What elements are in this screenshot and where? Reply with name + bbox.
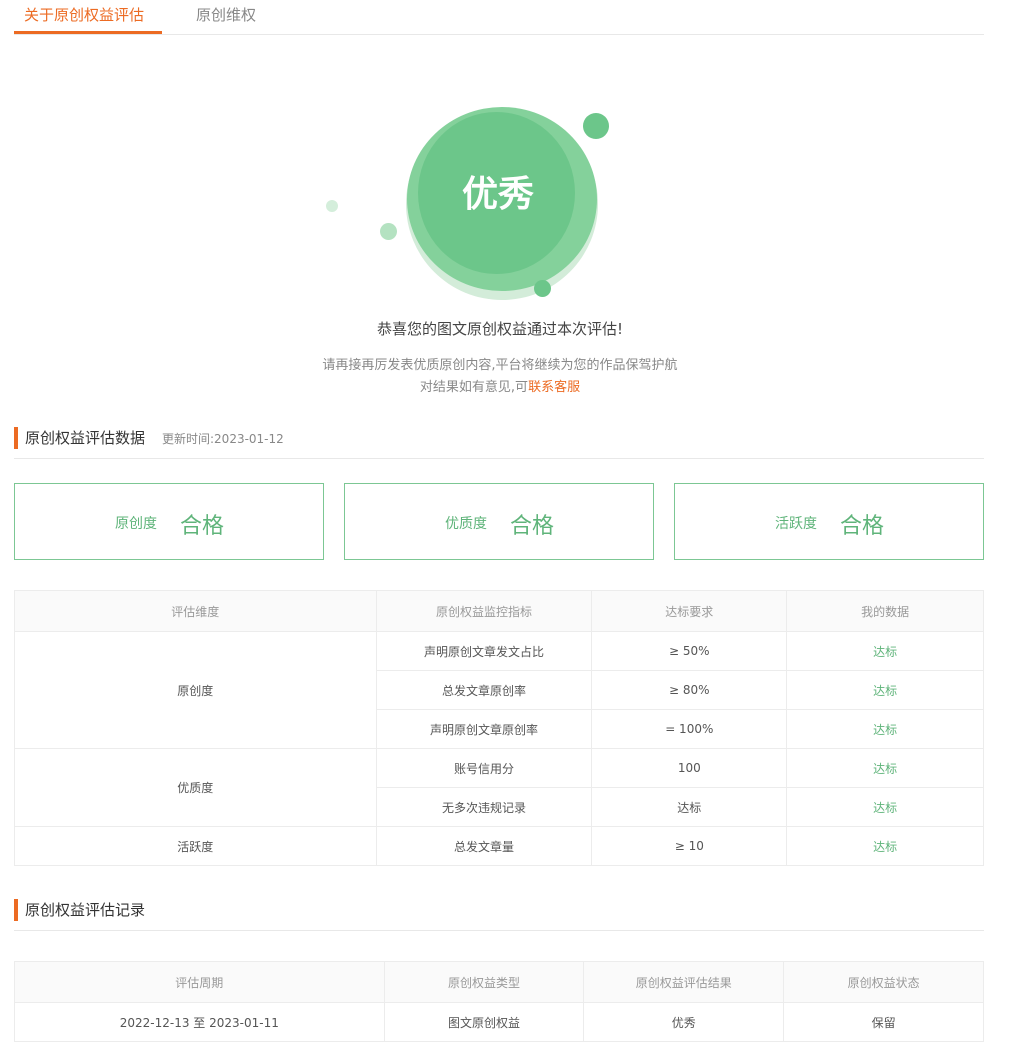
requirement-cell: ≥ 80%: [591, 670, 788, 710]
activity-card: 活跃度 合格: [674, 483, 984, 560]
metric-cell: 总发文章量: [375, 826, 593, 866]
table-header-row: 评估周期 原创权益类型 原创权益评估结果 原创权益状态: [14, 961, 984, 1003]
table-header: 评估周期: [14, 961, 385, 1003]
table-header: 原创权益监控指标: [375, 590, 593, 632]
decor-dot: [380, 223, 397, 240]
card-label: 优质度: [445, 516, 487, 532]
tab-original-rights-protection[interactable]: 原创维权: [196, 5, 256, 34]
requirement-cell: ≥ 10: [591, 826, 788, 866]
tab-bar: 关于原创权益评估 原创维权: [14, 0, 984, 35]
metrics-table: 评估维度 原创权益监控指标 达标要求 我的数据 原创度 声明原创文章发文占比 ≥…: [14, 590, 984, 866]
status-cell: 保留: [783, 1002, 984, 1042]
metric-cell: 账号信用分: [375, 748, 593, 788]
card-label: 原创度: [115, 516, 157, 532]
card-label: 活跃度: [775, 516, 817, 532]
dimension-cell: 优质度: [14, 748, 377, 827]
congrats-message: 恭喜您的图文原创权益通过本次评估!: [376, 320, 623, 338]
section-accent-bar: [14, 427, 18, 449]
requirement-cell: 达标: [591, 787, 788, 827]
section-accent-bar: [14, 899, 18, 921]
tab-original-rights-evaluation[interactable]: 关于原创权益评估: [14, 5, 162, 34]
card-value: 合格: [180, 514, 225, 539]
card-value: 合格: [510, 514, 555, 539]
evaluation-data-section-header: 原创权益评估数据 更新时间:2023-01-12: [14, 427, 984, 459]
update-time: 更新时间:2023-01-12: [162, 432, 284, 446]
dimension-cell: 活跃度: [14, 826, 377, 866]
type-cell: 图文原创权益: [383, 1002, 585, 1042]
table-row: 优质度 账号信用分 100 达标: [14, 748, 984, 827]
evaluation-record-section-header: 原创权益评估记录: [14, 899, 984, 931]
requirement-cell: = 100%: [591, 709, 788, 749]
table-header: 我的数据: [786, 590, 984, 632]
my-data-cell: 达标: [786, 826, 984, 866]
section-title: 原创权益评估数据: [25, 429, 146, 447]
table-row: 活跃度 总发文章量 ≥ 10 达标: [14, 826, 984, 866]
table-header-row: 评估维度 原创权益监控指标 达标要求 我的数据: [14, 590, 984, 632]
card-value: 合格: [840, 514, 885, 539]
result-cell: 优秀: [583, 1002, 785, 1042]
table-header: 评估维度: [14, 590, 377, 632]
table-row: 原创度 声明原创文章发文占比 ≥ 50% 达标: [14, 631, 984, 749]
grade-text: 优秀: [461, 174, 534, 215]
table-header: 原创权益状态: [783, 961, 984, 1003]
section-title: 原创权益评估记录: [25, 901, 146, 919]
quality-card: 优质度 合格: [344, 483, 654, 560]
record-table: 评估周期 原创权益类型 原创权益评估结果 原创权益状态 2022-12-13 至…: [14, 961, 984, 1042]
encourage-tip: 请再接再厉发表优质原创内容,平台将继续为您的作品保驾护航: [322, 358, 678, 373]
table-header: 原创权益类型: [383, 961, 585, 1003]
originality-card: 原创度 合格: [14, 483, 324, 560]
contact-support-link[interactable]: 联系客服: [528, 380, 580, 395]
feedback-tip: 对结果如有意见,可联系客服: [0, 376, 1000, 395]
table-header: 达标要求: [591, 590, 788, 632]
period-cell: 2022-12-13 至 2023-01-11: [14, 1002, 385, 1042]
table-row: 2022-12-13 至 2023-01-11 图文原创权益 优秀 保留: [14, 1002, 984, 1042]
my-data-cell: 达标: [786, 748, 984, 788]
metric-cell: 总发文章原创率: [375, 670, 593, 710]
my-data-cell: 达标: [786, 709, 984, 749]
decor-dot: [583, 113, 609, 139]
dimension-cell: 原创度: [14, 631, 377, 749]
my-data-cell: 达标: [786, 787, 984, 827]
decor-dot: [534, 280, 551, 297]
table-header: 原创权益评估结果: [583, 961, 785, 1003]
my-data-cell: 达标: [786, 631, 984, 671]
metric-cell: 声明原创文章发文占比: [375, 631, 593, 671]
requirement-cell: ≥ 50%: [591, 631, 788, 671]
requirement-cell: 100: [591, 748, 788, 788]
metric-cell: 无多次违规记录: [375, 787, 593, 827]
feedback-tip-text: 对结果如有意见,可: [419, 380, 529, 395]
metric-cell: 声明原创文章原创率: [375, 709, 593, 749]
decor-dot: [326, 200, 338, 212]
my-data-cell: 达标: [786, 670, 984, 710]
